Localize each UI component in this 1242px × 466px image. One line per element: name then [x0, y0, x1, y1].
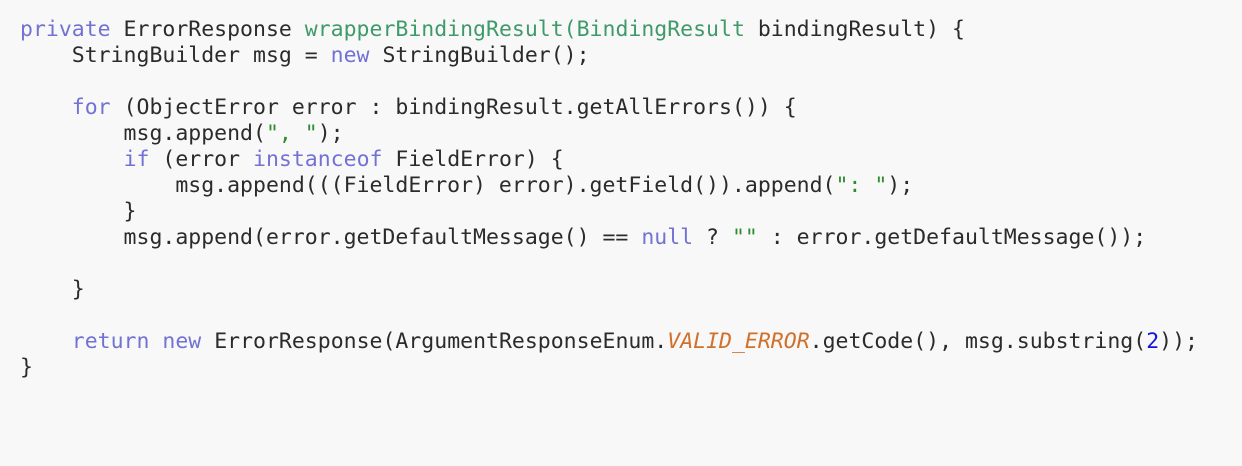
code-line: StringBuilder msg = new StringBuilder(); — [20, 43, 1198, 69]
code-token-fn: wrapperBindingResult( — [304, 17, 577, 42]
code-token-plain: (error — [149, 147, 254, 172]
code-token-plain: } — [20, 199, 137, 224]
code-token-kw: instanceof — [253, 147, 383, 172]
code-line: msg.append(((FieldError) error).getField… — [20, 173, 1198, 199]
code-token-plain: bindingResult) { — [744, 17, 965, 42]
code-token-fn: BindingResult — [576, 17, 745, 42]
code-token-kw: new — [330, 43, 370, 68]
code-token-plain: : error.getDefaultMessage()); — [757, 225, 1147, 250]
code-line: } — [20, 355, 1198, 381]
code-line: msg.append(error.getDefaultMessage() == … — [20, 225, 1198, 251]
code-line: private ErrorResponse wrapperBindingResu… — [20, 17, 1198, 43]
code-line: msg.append(", "); — [20, 121, 1198, 147]
code-token-plain: StringBuilder msg = — [20, 43, 331, 68]
code-token-str: "" — [731, 225, 758, 250]
code-token-str: ", " — [265, 121, 318, 146]
code-token-num: 2 — [1146, 329, 1160, 354]
code-token-plain: ); — [317, 121, 344, 146]
code-token-plain: )); — [1159, 329, 1198, 354]
code-token-plain: ? — [693, 225, 732, 250]
code-line: } — [20, 277, 1198, 303]
code-token-plain: StringBuilder(); — [369, 43, 590, 68]
code-token-plain: ); — [887, 173, 914, 198]
code-token-plain: .getCode(), msg.substring( — [809, 329, 1147, 354]
code-token-str: ": " — [835, 173, 888, 198]
code-token-kw: new — [162, 329, 202, 354]
code-token-kw: null — [641, 225, 694, 250]
code-token-plain: (ObjectError error : bindingResult.getAl… — [110, 95, 797, 120]
code-line: if (error instanceof FieldError) { — [20, 147, 1198, 173]
code-token-kw: if — [123, 147, 150, 172]
code-token-plain: } — [20, 355, 33, 380]
code-token-plain: ErrorResponse — [110, 17, 305, 42]
code-token-plain: msg.append(((FieldError) error).getField… — [20, 173, 836, 198]
code-token-plain: } — [20, 277, 85, 302]
code-token-plain: FieldError) { — [382, 147, 564, 172]
code-token-kw: for — [71, 95, 111, 120]
code-token-const: VALID_ERROR — [667, 329, 810, 354]
code-token-kw: private — [20, 17, 111, 42]
code-token-plain: msg.append( — [20, 121, 266, 146]
code-token-kw: return — [71, 329, 150, 354]
code-block: private ErrorResponse wrapperBindingResu… — [20, 17, 1198, 381]
code-line: for (ObjectError error : bindingResult.g… — [20, 95, 1198, 121]
code-line: } — [20, 199, 1198, 225]
code-token-plain: ErrorResponse(ArgumentResponseEnum. — [201, 329, 668, 354]
code-line: return new ErrorResponse(ArgumentRespons… — [20, 329, 1198, 355]
code-token-plain: msg.append(error.getDefaultMessage() == — [20, 225, 642, 250]
